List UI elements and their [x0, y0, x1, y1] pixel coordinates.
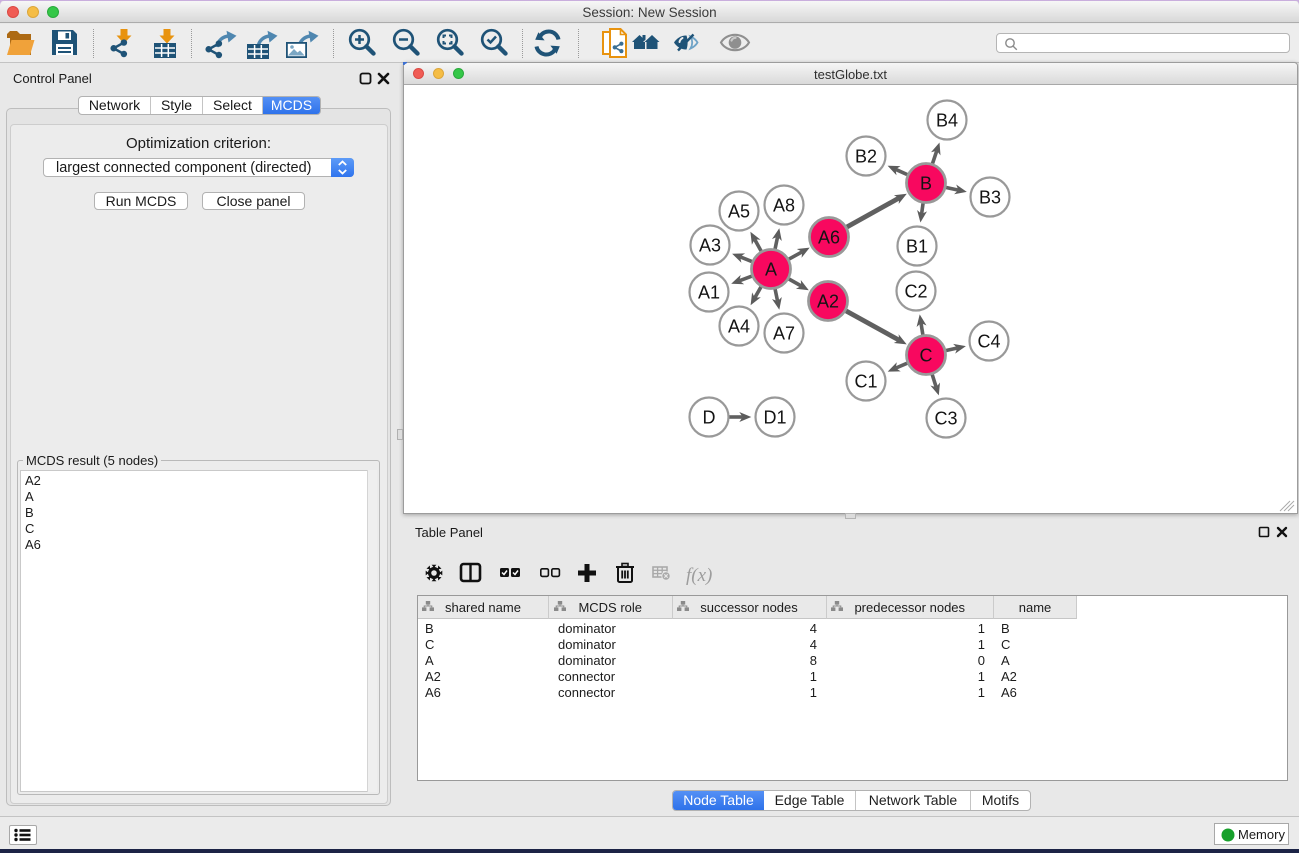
svg-text:A5: A5 — [728, 202, 750, 222]
svg-text:B2: B2 — [855, 147, 877, 167]
svg-text:A3: A3 — [699, 236, 721, 256]
svg-text:B3: B3 — [979, 188, 1001, 208]
svg-text:A6: A6 — [818, 228, 840, 248]
svg-text:C3: C3 — [934, 409, 957, 429]
svg-text:A: A — [765, 260, 777, 280]
svg-text:A2: A2 — [817, 292, 839, 312]
svg-text:D1: D1 — [763, 408, 786, 428]
svg-text:A8: A8 — [773, 196, 795, 216]
svg-text:B1: B1 — [906, 237, 928, 257]
svg-text:C4: C4 — [977, 332, 1000, 352]
svg-text:A4: A4 — [728, 317, 750, 337]
svg-text:C2: C2 — [904, 282, 927, 302]
svg-text:B4: B4 — [936, 111, 958, 131]
svg-text:A1: A1 — [698, 283, 720, 303]
svg-text:D: D — [703, 408, 716, 428]
svg-text:C: C — [920, 346, 933, 366]
svg-text:C1: C1 — [854, 372, 877, 392]
svg-text:A7: A7 — [773, 324, 795, 344]
svg-text:f(x): f(x) — [686, 565, 712, 586]
svg-text:B: B — [920, 174, 932, 194]
